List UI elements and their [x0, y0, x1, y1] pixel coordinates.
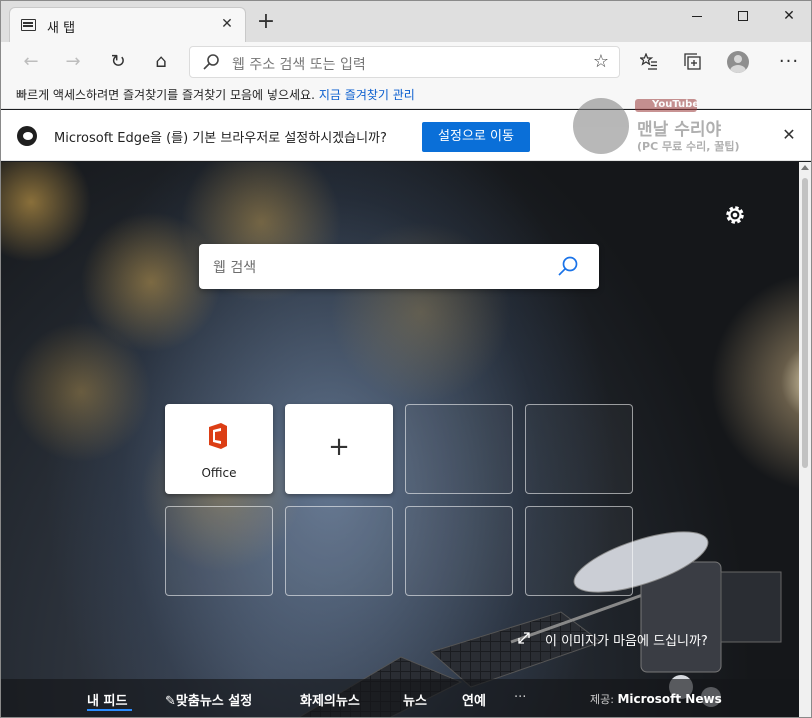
favorites-icon[interactable]: [635, 48, 663, 76]
add-site-button[interactable]: +: [285, 404, 393, 494]
new-tab-button[interactable]: +: [254, 11, 278, 35]
nav-personalize[interactable]: ✎맞춤뉴스 설정: [165, 690, 252, 709]
profile-button[interactable]: [724, 48, 752, 76]
watermark-seal: [573, 98, 629, 154]
channel-watermark: YouTube 맨날 수리야 (PC 무료 수리, 꿀팁): [573, 96, 783, 160]
quick-link-placeholder: [525, 404, 633, 494]
manage-favorites-link[interactable]: 지금 즐겨찾기 관리: [319, 88, 415, 102]
nav-entertainment[interactable]: 연예: [462, 690, 486, 709]
maximize-button[interactable]: [720, 1, 766, 33]
new-tab-page-icon: [21, 19, 36, 31]
favorites-bar-message: 빠르게 액세스하려면 즐겨찾기를 즐겨찾기 모음에 넣으세요. 지금 즐겨찾기 관…: [16, 86, 415, 103]
watermark-title: 맨날 수리야: [637, 120, 722, 140]
address-placeholder: 웹 주소 검색 또는 입력: [232, 57, 366, 73]
home-button[interactable]: ⌂: [147, 48, 175, 76]
news-source: 제공: Microsoft News: [590, 691, 722, 707]
toolbar: ← → ↻ ⌂ 웹 주소 검색 또는 입력 ☆ ···: [1, 42, 811, 81]
scroll-up-icon[interactable]: [801, 165, 809, 170]
pencil-icon: ✎: [165, 694, 176, 709]
default-browser-message: Microsoft Edge을 (를) 기본 브라우저로 설정하시겠습니까?: [54, 131, 387, 146]
back-button[interactable]: ←: [17, 48, 45, 76]
favorites-star-list-icon: [638, 52, 657, 70]
quick-link-placeholder: [525, 506, 633, 596]
minimize-icon: [692, 15, 702, 17]
minimize-button[interactable]: [674, 1, 720, 33]
watermark-youtube-text: YouTube: [652, 99, 700, 110]
nav-news[interactable]: 뉴스: [403, 690, 427, 709]
quick-link-placeholder: [405, 506, 513, 596]
search-icon: [203, 54, 219, 70]
expand-icon: [518, 632, 530, 644]
address-bar[interactable]: 웹 주소 검색 또는 입력 ☆: [189, 46, 620, 78]
nav-personalize-label: 맞춤뉴스 설정: [175, 694, 253, 709]
news-feed-nav: 내 피드 ✎맞춤뉴스 설정 화제의뉴스 뉴스 연예 ··· 제공: Micros…: [1, 679, 799, 717]
collections-icon[interactable]: [679, 48, 707, 76]
edge-logo-icon: [17, 126, 37, 146]
more-options-icon[interactable]: ···: [775, 48, 803, 76]
tab-title: 새 탭: [47, 21, 76, 36]
maximize-icon: [738, 11, 748, 21]
active-tab-indicator: [87, 709, 132, 711]
title-bar: 새 탭 ✕ + ✕: [1, 1, 811, 42]
tab-new-tab[interactable]: 새 탭 ✕: [9, 7, 246, 42]
nav-more-icon[interactable]: ···: [514, 690, 526, 705]
settings-gear-icon[interactable]: [722, 202, 748, 228]
quick-link-placeholder: [405, 404, 513, 494]
tab-close-icon[interactable]: ✕: [217, 14, 237, 34]
nav-my-feed[interactable]: 내 피드: [87, 690, 127, 709]
new-tab-page: 웹 검색 Office + 이 이미지가 마음에 드십니까? 내 피드 ✎맞춤뉴…: [1, 162, 799, 717]
close-window-button[interactable]: ✕: [766, 1, 811, 33]
quick-link-office[interactable]: Office: [165, 404, 273, 494]
refresh-button[interactable]: ↻: [104, 48, 132, 76]
favorites-bar-text: 빠르게 액세스하려면 즐겨찾기를 즐겨찾기 모음에 넣으세요.: [16, 88, 315, 102]
image-feedback-text: 이 이미지가 마음에 드십니까?: [545, 634, 708, 649]
watermark-subtitle: (PC 무료 수리, 꿀팁): [637, 140, 740, 153]
image-feedback-link[interactable]: 이 이미지가 마음에 드십니까?: [517, 630, 708, 649]
office-icon: [209, 423, 227, 449]
scrollbar-thumb[interactable]: [802, 178, 808, 468]
add-icon: +: [328, 432, 350, 462]
forward-button[interactable]: →: [59, 48, 87, 76]
news-source-name: Microsoft News: [617, 692, 722, 706]
avatar: [727, 51, 749, 73]
search-icon[interactable]: [557, 255, 579, 277]
quick-link-placeholder: [285, 506, 393, 596]
web-search-placeholder: 웹 검색: [213, 260, 257, 276]
quick-link-placeholder: [165, 506, 273, 596]
news-source-prefix: 제공:: [590, 693, 614, 706]
web-search-box[interactable]: 웹 검색: [199, 244, 599, 289]
browser-window: 새 탭 ✕ + ✕ ← → ↻ ⌂ 웹 주소 검색 또는 입력 ☆ ··· 빠르…: [0, 0, 812, 718]
favorite-star-icon[interactable]: ☆: [593, 51, 609, 72]
quick-link-label: Office: [201, 466, 237, 480]
go-to-settings-button[interactable]: 설정으로 이동: [422, 122, 530, 152]
collections-plus-icon: [684, 53, 701, 70]
page-scrollbar[interactable]: [799, 162, 811, 717]
nav-trending[interactable]: 화제의뉴스: [300, 690, 360, 709]
